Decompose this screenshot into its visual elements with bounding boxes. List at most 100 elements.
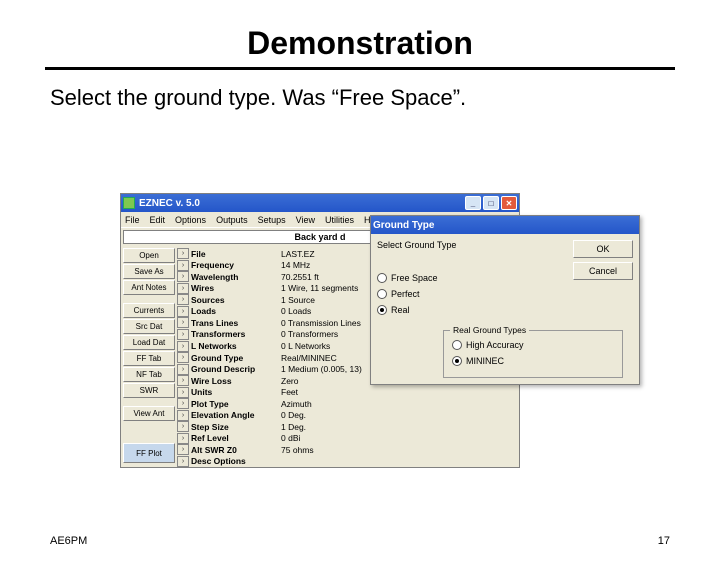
- menu-outputs[interactable]: Outputs: [216, 215, 248, 225]
- chevron-icon: ›: [177, 410, 189, 421]
- title-rule: [45, 67, 675, 70]
- slide-title: Demonstration: [0, 25, 720, 62]
- property-label: Plot Type: [191, 399, 281, 409]
- property-label: Frequency: [191, 260, 281, 270]
- srcdat-button[interactable]: Src Dat: [123, 319, 175, 334]
- chevron-icon: ›: [177, 294, 189, 305]
- loaddat-button[interactable]: Load Dat: [123, 335, 175, 350]
- chevron-icon: ›: [177, 398, 189, 409]
- maximize-button[interactable]: □: [483, 196, 499, 210]
- chevron-icon: ›: [177, 317, 189, 328]
- property-label: Ground Type: [191, 353, 281, 363]
- close-button[interactable]: ✕: [501, 196, 517, 210]
- menu-setups[interactable]: Setups: [258, 215, 286, 225]
- chevron-icon: ›: [177, 283, 189, 294]
- swr-button[interactable]: SWR: [123, 383, 175, 398]
- property-row[interactable]: ›UnitsFeet: [177, 386, 517, 398]
- open-button[interactable]: Open: [123, 248, 175, 263]
- sidebar: Open Save As Ant Notes Currents Src Dat …: [121, 246, 177, 469]
- property-label: Wavelength: [191, 272, 281, 282]
- radio-label: MININEC: [466, 356, 504, 366]
- menu-options[interactable]: Options: [175, 215, 206, 225]
- chevron-icon: ›: [177, 352, 189, 363]
- ok-button[interactable]: OK: [573, 240, 633, 258]
- menu-utilities[interactable]: Utilities: [325, 215, 354, 225]
- property-label: Loads: [191, 306, 281, 316]
- menu-file[interactable]: File: [125, 215, 140, 225]
- chevron-icon: ›: [177, 444, 189, 455]
- menu-edit[interactable]: Edit: [150, 215, 166, 225]
- property-value: 1 Deg.: [281, 422, 517, 432]
- property-label: Sources: [191, 295, 281, 305]
- chevron-icon: ›: [177, 433, 189, 444]
- property-label: Ref Level: [191, 433, 281, 443]
- chevron-icon: ›: [177, 260, 189, 271]
- radio-icon: [452, 356, 462, 366]
- property-row[interactable]: ›Step Size1 Deg.: [177, 421, 517, 433]
- chevron-icon: ›: [177, 306, 189, 317]
- radio-icon: [377, 289, 387, 299]
- radio-label: Free Space: [391, 273, 438, 283]
- radio-icon: [452, 340, 462, 350]
- radio-label: Perfect: [391, 289, 420, 299]
- currents-button[interactable]: Currents: [123, 303, 175, 318]
- property-label: Alt SWR Z0: [191, 445, 281, 455]
- property-label: Transformers: [191, 329, 281, 339]
- property-value: 0 Deg.: [281, 410, 517, 420]
- property-value: 75 ohms: [281, 445, 517, 455]
- property-value: Feet: [281, 387, 517, 397]
- radio-icon: [377, 273, 387, 283]
- property-label: Units: [191, 387, 281, 397]
- property-label: Wires: [191, 283, 281, 293]
- app-title: EZNEC v. 5.0: [139, 198, 200, 209]
- chevron-icon: ›: [177, 364, 189, 375]
- instruction-text: Select the ground type. Was “Free Space”…: [50, 85, 670, 111]
- radio-free-space[interactable]: Free Space: [377, 270, 565, 286]
- page-number: 17: [658, 535, 670, 547]
- property-label: Ground Descrip: [191, 364, 281, 374]
- menu-view[interactable]: View: [296, 215, 315, 225]
- real-ground-group: Real Ground Types High Accuracy MININEC: [443, 330, 623, 378]
- dialog-titlebar[interactable]: Ground Type: [371, 216, 639, 234]
- chevron-icon: ›: [177, 456, 189, 467]
- property-label: L Networks: [191, 341, 281, 351]
- radio-high-accuracy[interactable]: High Accuracy: [452, 337, 614, 353]
- chevron-icon: ›: [177, 329, 189, 340]
- radio-mininec[interactable]: MININEC: [452, 353, 614, 369]
- saveas-button[interactable]: Save As: [123, 264, 175, 279]
- fftab-button[interactable]: FF Tab: [123, 351, 175, 366]
- viewant-button[interactable]: View Ant: [123, 406, 175, 421]
- property-row[interactable]: ›Alt SWR Z075 ohms: [177, 444, 517, 456]
- app-titlebar[interactable]: EZNEC v. 5.0 _ □ ✕: [121, 194, 519, 212]
- chevron-icon: ›: [177, 421, 189, 432]
- property-value: Azimuth: [281, 399, 517, 409]
- radio-perfect[interactable]: Perfect: [377, 286, 565, 302]
- chevron-icon: ›: [177, 248, 189, 259]
- property-row[interactable]: ›Plot TypeAzimuth: [177, 398, 517, 410]
- chevron-icon: ›: [177, 387, 189, 398]
- property-label: Desc Options: [191, 456, 281, 466]
- minimize-button[interactable]: _: [465, 196, 481, 210]
- antnotes-button[interactable]: Ant Notes: [123, 280, 175, 295]
- cancel-button[interactable]: Cancel: [573, 262, 633, 280]
- property-label: Step Size: [191, 422, 281, 432]
- chevron-icon: ›: [177, 271, 189, 282]
- property-row[interactable]: ›Elevation Angle0 Deg.: [177, 409, 517, 421]
- dialog-title: Ground Type: [373, 220, 434, 231]
- radio-real[interactable]: Real: [377, 302, 565, 318]
- footer-left: AE6PM: [50, 535, 87, 547]
- property-label: Wire Loss: [191, 376, 281, 386]
- chevron-icon: ›: [177, 375, 189, 386]
- dialog-label: Select Ground Type: [377, 240, 565, 250]
- radio-label: Real: [391, 305, 410, 315]
- nftab-button[interactable]: NF Tab: [123, 367, 175, 382]
- ffplot-button[interactable]: FF Plot: [123, 443, 175, 463]
- chevron-icon: ›: [177, 341, 189, 352]
- radio-label: High Accuracy: [466, 340, 524, 350]
- property-label: Elevation Angle: [191, 410, 281, 420]
- property-value: 0 dBi: [281, 433, 517, 443]
- ground-type-dialog: Ground Type Select Ground Type Free Spac…: [370, 215, 640, 385]
- property-row[interactable]: ›Desc Options: [177, 456, 517, 468]
- property-row[interactable]: ›Ref Level0 dBi: [177, 433, 517, 445]
- app-icon: [123, 197, 135, 209]
